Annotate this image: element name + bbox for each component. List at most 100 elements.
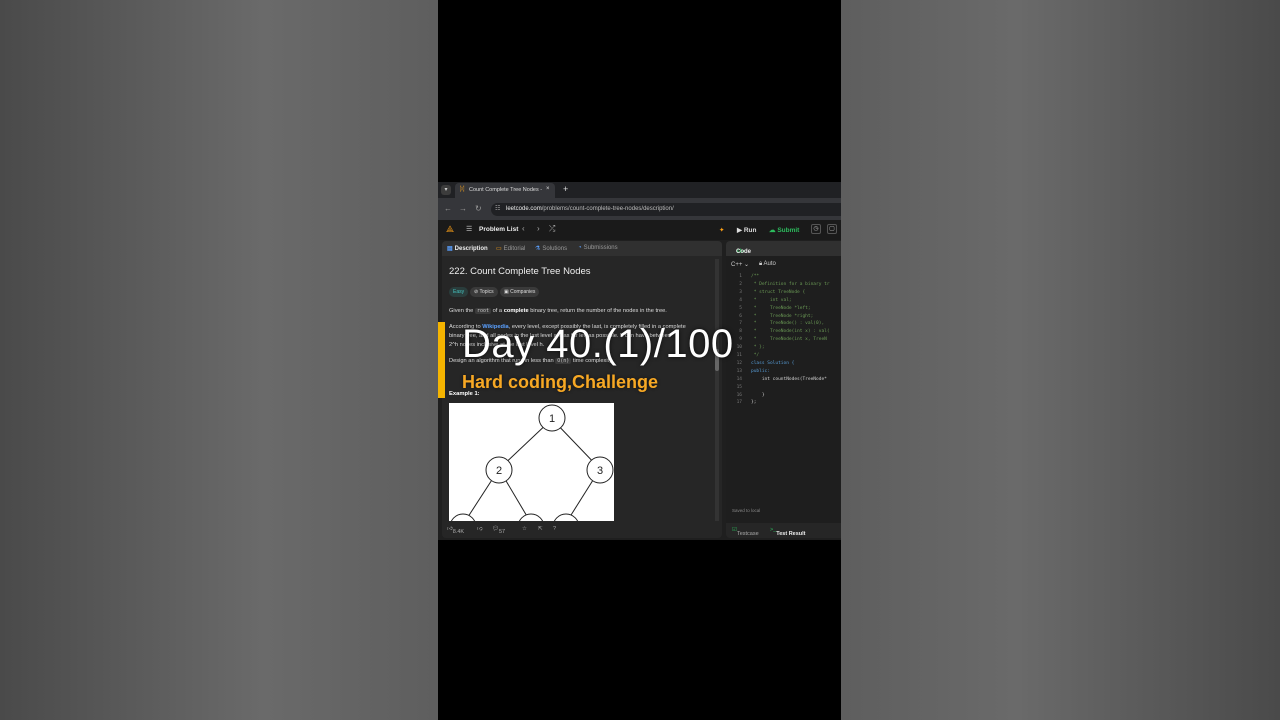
- tab-description-label: Description: [454, 246, 488, 252]
- code-line: * TreeNode *right;: [751, 313, 814, 319]
- blurred-background-left: [0, 0, 438, 720]
- url-input[interactable]: ☷ leetcode.com/problems/count-complete-t…: [491, 203, 841, 216]
- back-icon[interactable]: ←: [444, 204, 452, 213]
- submit-button[interactable]: ☁ Submit: [769, 226, 799, 234]
- tree-diagram: 1 2 3: [449, 403, 614, 521]
- test-result-label: Test Result: [776, 531, 806, 537]
- help-icon[interactable]: ?: [553, 526, 556, 532]
- shuffle-icon[interactable]: ⤮: [549, 224, 555, 234]
- code-line: * TreeNode(int x, TreeN: [751, 337, 827, 343]
- tab-submissions[interactable]: ◔ Submissions: [578, 245, 618, 251]
- address-bar: ← → ↻ ☷ leetcode.com/problems/count-comp…: [438, 198, 841, 220]
- description-icon: ▤: [447, 246, 453, 252]
- language-value: C++: [731, 262, 743, 268]
- tab-search-icon[interactable]: ▾: [441, 185, 451, 195]
- tab-submissions-label: Submissions: [583, 245, 618, 251]
- tab-solutions-label: Solutions: [542, 246, 568, 252]
- timer-icon[interactable]: ◷: [811, 224, 821, 234]
- tree-node-3-label: 3: [597, 465, 603, 477]
- code-panel: </> Code C++ ⌄ 🔒︎ Auto 1 /** 2 * Definitio…: [726, 241, 841, 538]
- companies-badge[interactable]: ▣ Companies: [500, 287, 540, 297]
- line-number: 4: [739, 297, 742, 303]
- browser-tab[interactable]: ᛞ Count Complete Tree Nodes - I ×: [455, 183, 555, 198]
- tab-description[interactable]: ▤ Description: [447, 245, 488, 252]
- statement-bold: complete: [503, 308, 529, 314]
- line-number: 13: [736, 368, 742, 374]
- language-select[interactable]: C++ ⌄: [731, 261, 749, 268]
- topics-label: Topics: [479, 289, 494, 295]
- statement-text-c: binary tree, return the number of the no…: [530, 308, 667, 314]
- code-panel-header: </> Code: [726, 241, 841, 256]
- code-line: * int val;: [751, 297, 792, 303]
- star-icon[interactable]: ☆: [522, 526, 527, 532]
- line-number: 2: [739, 281, 742, 287]
- companies-label: Companies: [510, 289, 536, 295]
- statement-text-a: Given the: [449, 308, 474, 314]
- submit-label: Submit: [777, 227, 800, 234]
- testcase-tab[interactable]: ☑ Testcase: [732, 527, 759, 537]
- dislike-icon[interactable]: 👎︎: [477, 526, 483, 532]
- share-icon[interactable]: ⇱: [538, 526, 543, 532]
- problem-list-button[interactable]: Problem List: [479, 226, 518, 233]
- code-line: */: [751, 353, 760, 358]
- blurred-background-right: [841, 0, 1280, 720]
- tab-bar: ▾ ᛞ Count Complete Tree Nodes - I × +: [438, 182, 841, 198]
- code-line: * struct TreeNode {: [751, 289, 806, 295]
- tree-node-1-label: 1: [549, 413, 555, 425]
- tab-editorial[interactable]: ▭ Editorial: [496, 245, 525, 252]
- code-line: * TreeNode(int x) : val(: [751, 329, 830, 335]
- tab-solutions[interactable]: ⚗ Solutions: [535, 245, 567, 252]
- code-panel-footer: ☑ Testcase >_ Test Result: [726, 523, 841, 538]
- line-number: 15: [736, 384, 742, 390]
- code-line: * };: [751, 345, 765, 351]
- notes-icon[interactable]: ▢: [827, 224, 837, 234]
- description-footer: 👍︎ 8.4K 👎︎ 💬︎ 57 ☆ ⇱ ?: [442, 523, 722, 538]
- saved-status: Saved to local: [732, 508, 761, 513]
- problem-title: 222. Count Complete Tree Nodes: [449, 266, 591, 277]
- code-title: Code: [736, 249, 751, 255]
- difficulty-badge: Easy: [449, 287, 469, 297]
- run-button[interactable]: ▶ Run: [737, 226, 756, 234]
- overlay-subtitle: Hard coding,Challenge: [462, 372, 659, 392]
- leetcode-logo-icon[interactable]: ⟁: [446, 224, 454, 235]
- url-host: leetcode.com: [506, 206, 542, 212]
- code-line: public:: [751, 368, 770, 374]
- tab-title: Count Complete Tree Nodes - I: [469, 187, 543, 193]
- topics-badge[interactable]: ⊘ Topics: [470, 287, 498, 297]
- video-frame: ▾ ᛞ Count Complete Tree Nodes - I × + ← …: [438, 0, 841, 720]
- line-number: 1: [739, 274, 742, 279]
- reload-icon[interactable]: ↻: [475, 204, 482, 213]
- editorial-icon: ▭: [496, 246, 502, 252]
- line-number: 3: [739, 289, 742, 295]
- forward-icon[interactable]: →: [459, 204, 467, 213]
- statement-text-b: of a: [492, 308, 503, 314]
- code-line: * TreeNode() : val(0),: [751, 321, 825, 327]
- tree-node-6: [553, 513, 579, 521]
- overlay-day-title: Day 40.(1)/100: [462, 322, 734, 366]
- leetcode-favicon-icon: ᛞ: [460, 186, 465, 193]
- list-icon: ☰: [466, 226, 473, 233]
- root-code: root: [474, 308, 491, 314]
- tree-node-2-label: 2: [496, 465, 502, 477]
- line-number: 5: [739, 305, 742, 311]
- description-tabs: ▤ Description ▭ Editorial ⚗ Solutions ◔ Subm…: [442, 241, 722, 256]
- code-line: int countNodes(TreeNode*: [751, 376, 827, 382]
- line-number: 14: [736, 376, 742, 382]
- tab-close-icon[interactable]: ×: [546, 186, 550, 192]
- auto-mode[interactable]: 🔒︎ Auto: [759, 261, 776, 268]
- next-problem-icon[interactable]: ›: [537, 224, 540, 233]
- tree-node-5: [518, 513, 544, 521]
- test-result-tab[interactable]: >_ Test Result: [770, 527, 806, 537]
- comment-count: 57: [498, 529, 506, 535]
- comments-button[interactable]: 💬︎ 57: [492, 526, 505, 535]
- code-line: * TreeNode *left;: [751, 305, 811, 311]
- debug-icon[interactable]: ✦: [719, 226, 724, 234]
- code-line: class Solution {: [751, 360, 795, 366]
- like-button[interactable]: 👍︎ 8.4K: [447, 526, 464, 535]
- prev-problem-icon[interactable]: ‹: [522, 224, 525, 233]
- solutions-icon: ⚗: [535, 246, 541, 252]
- site-info-icon[interactable]: ☷: [495, 205, 500, 212]
- description-scrollbar[interactable]: [715, 259, 719, 521]
- new-tab-button[interactable]: +: [563, 184, 568, 194]
- code-line: };: [751, 400, 757, 406]
